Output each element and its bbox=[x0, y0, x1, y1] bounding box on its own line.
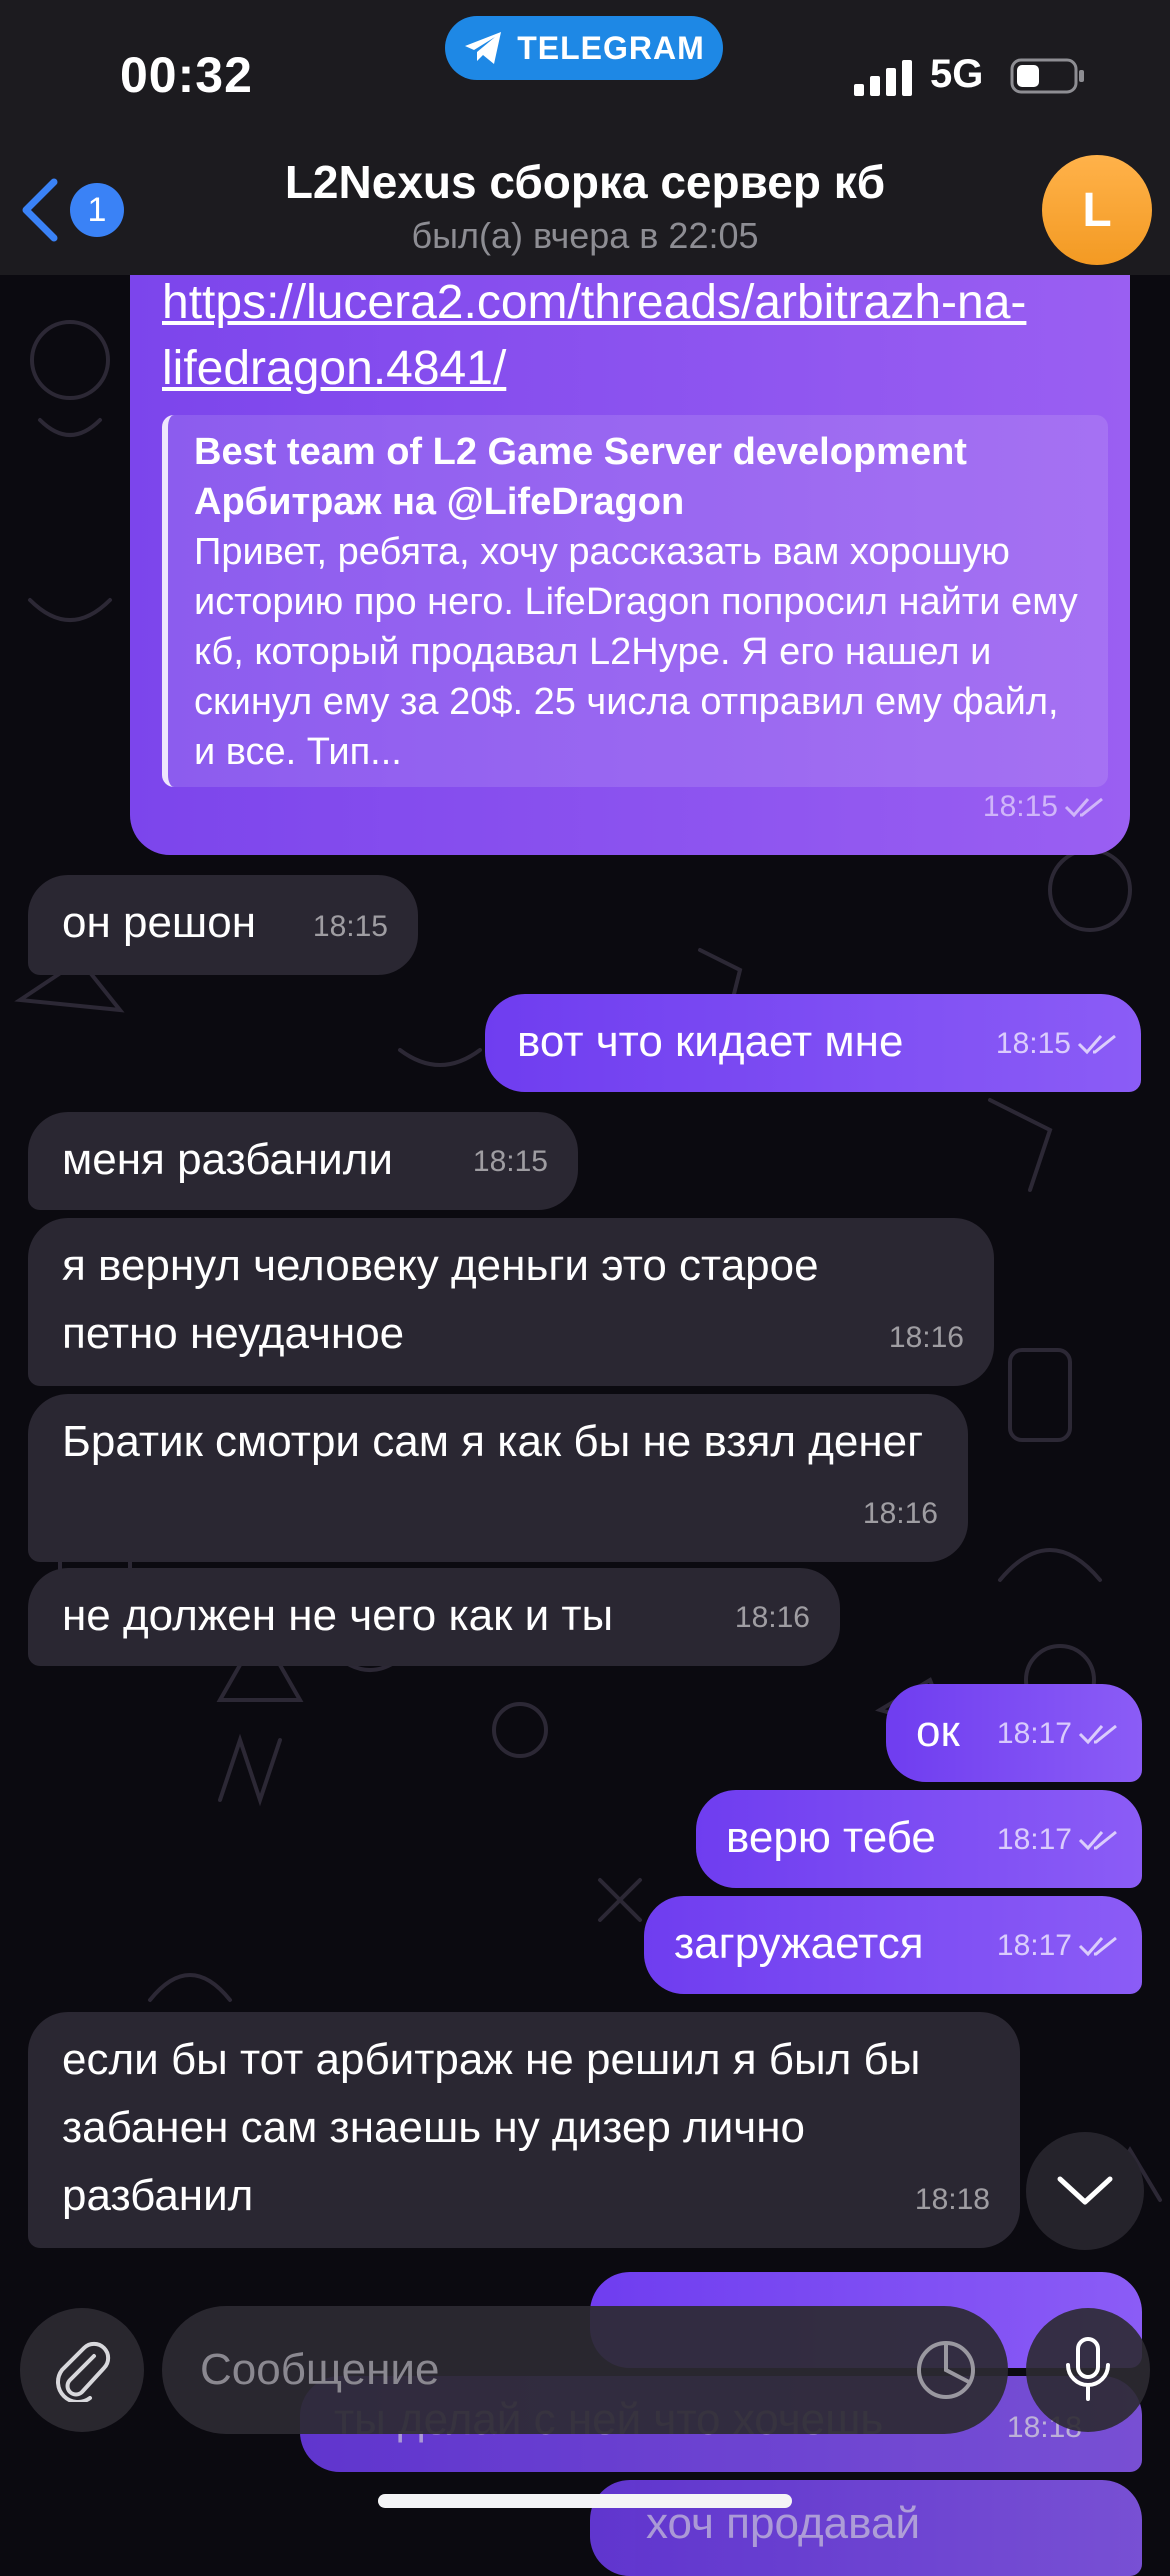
message-time: 18:15 bbox=[472, 1145, 548, 1178]
message-text: Братик смотри сам я как бы не взял денег bbox=[62, 1417, 924, 1466]
message-time: 18:17 bbox=[996, 1823, 1072, 1856]
message-meta: 18:16 bbox=[889, 1304, 964, 1372]
read-ticks-icon bbox=[1064, 797, 1103, 818]
status-time: 00:32 bbox=[120, 47, 253, 103]
sticker-icon[interactable] bbox=[914, 2338, 978, 2402]
incoming-message[interactable]: Братик смотри сам я как бы не взял денег… bbox=[28, 1394, 968, 1562]
message-meta: 18:16 bbox=[863, 1480, 938, 1548]
message-input[interactable]: Сообщение bbox=[162, 2306, 1008, 2434]
outgoing-message[interactable]: ок 18:17 bbox=[886, 1684, 1142, 1782]
incoming-message[interactable]: не должен не чего как и ты 18:16 bbox=[28, 1568, 840, 1666]
read-ticks-icon bbox=[1077, 1034, 1116, 1055]
outgoing-link-message[interactable]: https://lucera2.com/threads/arbitrazh-na… bbox=[130, 200, 1130, 855]
chat-header: 00:32 TELEGRAM 5G 1 L2Nexus сборка серве… bbox=[0, 0, 1170, 275]
message-list[interactable]: https://lucera2.com/threads/arbitrazh-na… bbox=[0, 0, 1170, 2576]
message-input-placeholder: Сообщение bbox=[200, 2345, 440, 2394]
message-text: верю тебе bbox=[726, 1813, 936, 1862]
link-preview-title: Арбитраж на @LifeDragon bbox=[194, 481, 685, 523]
message-text: я вернул человеку деньги это старое петн… bbox=[62, 1241, 819, 1358]
scroll-to-bottom-button[interactable] bbox=[1026, 2132, 1144, 2250]
battery-icon bbox=[1010, 58, 1084, 94]
incoming-message[interactable]: я вернул человеку деньги это старое петн… bbox=[28, 1218, 994, 1386]
home-indicator bbox=[378, 2494, 792, 2508]
chevron-down-icon bbox=[1057, 2176, 1113, 2205]
message-time: 18:17 bbox=[996, 1929, 1072, 1962]
voice-message-button[interactable] bbox=[1026, 2308, 1150, 2432]
microphone-icon bbox=[1066, 2337, 1110, 2401]
avatar[interactable]: L bbox=[1042, 155, 1152, 265]
message-text: меня разбанили bbox=[62, 1135, 393, 1184]
message-text: вот что кидает мне bbox=[517, 1017, 904, 1066]
message-text: он решон bbox=[62, 898, 257, 947]
signal-bars-icon bbox=[854, 60, 912, 96]
message-time: 18:15 bbox=[995, 1027, 1071, 1060]
message-text: загружается bbox=[674, 1919, 924, 1968]
outgoing-message[interactable]: вот что кидает мне 18:15 bbox=[485, 994, 1141, 1092]
telegram-pill[interactable]: TELEGRAM bbox=[445, 16, 723, 80]
incoming-message[interactable]: если бы тот арбитраж не решил я был бы з… bbox=[28, 2012, 1020, 2248]
message-time: 18:16 bbox=[888, 1321, 964, 1354]
read-ticks-icon bbox=[1078, 1724, 1117, 1745]
message-meta: 18:17 bbox=[997, 1806, 1120, 1874]
message-time: 18:15 bbox=[312, 910, 388, 943]
message-meta: 18:17 bbox=[997, 1700, 1120, 1768]
paperclip-icon bbox=[56, 2341, 111, 2402]
read-ticks-icon bbox=[1078, 1830, 1117, 1851]
message-text: если бы тот арбитраж не решил я был бы з… bbox=[62, 2035, 921, 2220]
message-link[interactable]: https://lucera2.com/threads/arbitrazh-na… bbox=[162, 270, 1122, 402]
read-ticks-icon bbox=[1078, 1936, 1117, 1957]
outgoing-message[interactable]: верю тебе 18:17 bbox=[696, 1790, 1142, 1888]
message-meta: 18:15 bbox=[996, 1010, 1119, 1078]
incoming-message[interactable]: он решон 18:15 bbox=[28, 875, 418, 975]
attach-button[interactable] bbox=[20, 2308, 144, 2432]
telegram-plane-icon bbox=[465, 32, 502, 64]
message-composer: Сообщение bbox=[0, 2270, 1170, 2532]
message-meta: 18:15 bbox=[983, 773, 1106, 841]
link-preview-body: Привет, ребята, хочу рассказать вам хоро… bbox=[194, 531, 1078, 773]
message-time: 18:16 bbox=[734, 1601, 810, 1634]
network-type: 5G bbox=[930, 52, 984, 96]
telegram-pill-label: TELEGRAM bbox=[517, 29, 705, 66]
message-meta: 18:16 bbox=[735, 1584, 810, 1652]
message-time: 18:17 bbox=[996, 1717, 1072, 1750]
last-seen-status: был(а) вчера в 22:05 bbox=[411, 215, 759, 256]
message-meta: 18:15 bbox=[313, 893, 388, 961]
link-preview-site: Best team of L2 Game Server development bbox=[194, 431, 967, 473]
chat-title[interactable]: L2Nexus сборка сервер кб bbox=[0, 155, 1170, 209]
message-time: 18:18 bbox=[914, 2183, 990, 2216]
message-text: ок bbox=[916, 1707, 960, 1756]
message-meta: 18:18 bbox=[915, 2166, 990, 2234]
outgoing-message[interactable]: загружается 18:17 bbox=[644, 1896, 1142, 1994]
link-preview[interactable]: Best team of L2 Game Server development … bbox=[162, 415, 1108, 787]
message-meta: 18:17 bbox=[997, 1912, 1120, 1980]
message-text: не должен не чего как и ты bbox=[62, 1591, 614, 1640]
message-time: 18:16 bbox=[862, 1497, 938, 1530]
message-time: 18:15 bbox=[982, 790, 1058, 823]
message-meta: 18:15 bbox=[473, 1128, 548, 1196]
incoming-message[interactable]: меня разбанили 18:15 bbox=[28, 1112, 578, 1210]
